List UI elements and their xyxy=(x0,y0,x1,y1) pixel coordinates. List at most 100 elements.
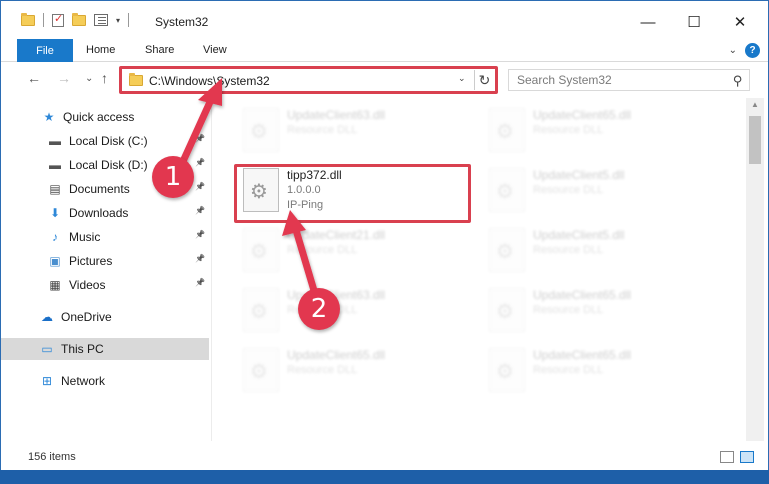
customize-toolbar-dropdown[interactable]: ▾ xyxy=(116,16,120,25)
sidebar-item-onedrive[interactable]: ☁ OneDrive xyxy=(1,306,209,328)
status-bar: 156 items xyxy=(1,446,768,470)
sidebar-item-pictures[interactable]: ▣ Pictures 📌 xyxy=(1,250,209,272)
search-placeholder: Search System32 xyxy=(517,73,612,87)
address-path[interactable]: C:\Windows\System32 xyxy=(149,74,270,88)
address-dropdown-chevron-icon[interactable]: ⌄ xyxy=(458,73,466,84)
onedrive-icon: ☁ xyxy=(41,310,53,324)
dll-file-icon xyxy=(489,288,525,332)
sidebar-item-local-disk-c[interactable]: ▬ Local Disk (C:) 📌 xyxy=(1,130,209,152)
properties-check-icon[interactable] xyxy=(52,12,64,27)
file-item[interactable]: UpdateClient65.dll Resource DLL xyxy=(483,344,723,396)
sidebar-item-label: Local Disk (D:) xyxy=(69,158,148,172)
pin-icon: 📌 xyxy=(195,230,205,239)
sidebar-item-label: Videos xyxy=(69,278,106,292)
tab-home[interactable]: Home xyxy=(86,44,115,56)
file-item[interactable]: UpdateClient5.dll Resource DLL xyxy=(483,224,723,276)
navigation-bar: ← → ⌄ ↑ C:\Windows\System32 ⌄ ↻ Search S… xyxy=(1,64,768,98)
quick-access-toolbar: ▾ xyxy=(21,12,130,27)
back-button[interactable]: ← xyxy=(27,70,41,86)
sidebar-item-videos[interactable]: ▦ Videos 📌 xyxy=(1,274,209,296)
sidebar-item-label: Downloads xyxy=(69,206,129,220)
minimize-button[interactable]: — xyxy=(625,8,671,36)
forward-button[interactable]: → xyxy=(57,70,71,86)
pin-icon: 📌 xyxy=(195,206,205,215)
file-description: Resource DLL xyxy=(533,124,604,136)
maximize-button[interactable]: ☐ xyxy=(671,8,717,36)
sidebar-item-music[interactable]: ♪ Music 📌 xyxy=(1,226,209,248)
file-name: UpdateClient65.dll xyxy=(533,288,632,302)
music-icon: ♪ xyxy=(52,230,58,244)
sidebar-item-this-pc[interactable]: ▭ This PC xyxy=(1,338,209,360)
file-item[interactable]: UpdateClient65.dll Resource DLL xyxy=(237,344,477,396)
file-item[interactable]: UpdateClient63.dll Resource DLL xyxy=(237,104,477,156)
toolbar-divider xyxy=(128,13,130,27)
file-list: UpdateClient63.dllResource DLLUpdateClie… xyxy=(213,98,745,441)
file-description: Resource DLL xyxy=(287,244,358,256)
pin-icon: 📌 xyxy=(195,278,205,287)
up-button[interactable]: ↑ xyxy=(101,70,108,86)
tab-file[interactable]: File xyxy=(17,39,73,62)
details-view-icon[interactable] xyxy=(720,451,734,463)
file-description: Resource DLL xyxy=(287,124,358,136)
vertical-scrollbar[interactable]: ▲ xyxy=(746,98,764,441)
step-1-badge: 1 xyxy=(152,156,194,198)
folder-icon xyxy=(129,73,143,86)
address-bar[interactable]: C:\Windows\System32 xyxy=(125,72,472,89)
navigation-pane: ★ Quick access ▬ Local Disk (C:) 📌 ▬ Local Dis… xyxy=(1,98,212,441)
sidebar-item-label: Documents xyxy=(69,182,130,196)
file-name: UpdateClient63.dll xyxy=(287,108,386,122)
dll-file-icon xyxy=(489,348,525,392)
this-pc-icon: ▭ xyxy=(41,342,53,356)
window-title: System32 xyxy=(155,15,209,29)
sidebar-item-label: Local Disk (C:) xyxy=(69,134,148,148)
large-icons-view-icon[interactable] xyxy=(740,451,754,463)
sidebar-item-label: OneDrive xyxy=(61,310,112,324)
sidebar-item-network[interactable]: ⊞ Network xyxy=(1,370,209,392)
properties-icon[interactable] xyxy=(94,14,108,26)
expand-ribbon-chevron-icon[interactable]: ⌄ xyxy=(729,45,737,56)
new-folder-icon[interactable] xyxy=(72,12,86,26)
tab-view[interactable]: View xyxy=(203,44,227,56)
pin-icon: 📌 xyxy=(195,182,205,191)
scroll-up-icon[interactable]: ▲ xyxy=(751,100,759,109)
sidebar-item-downloads[interactable]: ⬇ Downloads 📌 xyxy=(1,202,209,224)
help-icon[interactable]: ? xyxy=(745,43,760,58)
file-name: UpdateClient5.dll xyxy=(533,228,625,242)
sidebar-item-label: Network xyxy=(61,374,106,388)
file-name: UpdateClient5.dll xyxy=(533,168,625,182)
network-icon: ⊞ xyxy=(41,374,53,388)
close-button[interactable]: ✕ xyxy=(717,8,763,36)
file-item[interactable]: UpdateClient65.dll Resource DLL xyxy=(483,104,723,156)
sidebar-item-quick-access[interactable]: ★ Quick access xyxy=(1,106,209,128)
dll-file-icon xyxy=(243,108,279,152)
downloads-icon: ⬇ xyxy=(49,206,61,220)
file-name: UpdateClient65.dll xyxy=(533,348,632,362)
file-description: Resource DLL xyxy=(533,364,604,376)
drive-icon: ▬ xyxy=(49,158,61,172)
file-description: Resource DLL xyxy=(533,184,604,196)
scrollbar-thumb[interactable] xyxy=(749,116,761,164)
file-description: Resource DLL xyxy=(287,364,358,376)
file-item[interactable]: UpdateClient21.dll Resource DLL xyxy=(237,224,477,276)
documents-icon: ▤ xyxy=(49,182,61,196)
ribbon-tabs: File Home Share View ⌄ ? xyxy=(1,39,768,62)
sidebar-item-label: Quick access xyxy=(63,110,135,124)
file-name: UpdateClient21.dll xyxy=(287,228,386,242)
search-icon: ⚲ xyxy=(733,73,743,88)
file-item[interactable]: UpdateClient63.dllResource DLL xyxy=(237,284,477,336)
refresh-button[interactable]: ↻ xyxy=(474,70,494,90)
file-item[interactable]: UpdateClient65.dll Resource DLL xyxy=(483,284,723,336)
dll-file-icon xyxy=(243,288,279,332)
star-icon: ★ xyxy=(43,110,55,124)
recent-locations-dropdown[interactable]: ⌄ xyxy=(85,73,93,84)
file-explorer-window: ▾ System32 — ☐ ✕ File Home Share View ⌄ … xyxy=(0,0,769,470)
step-2-badge: 2 xyxy=(298,288,340,330)
tab-share[interactable]: Share xyxy=(145,44,174,56)
dll-file-icon xyxy=(489,168,525,212)
search-input[interactable]: Search System32 ⚲ xyxy=(508,69,750,91)
pin-icon: 📌 xyxy=(195,158,205,167)
file-item[interactable]: UpdateClient5.dll Resource DLL xyxy=(483,164,723,216)
dll-file-icon xyxy=(243,348,279,392)
pictures-icon: ▣ xyxy=(49,254,61,268)
sidebar-item-label: This PC xyxy=(61,342,104,356)
